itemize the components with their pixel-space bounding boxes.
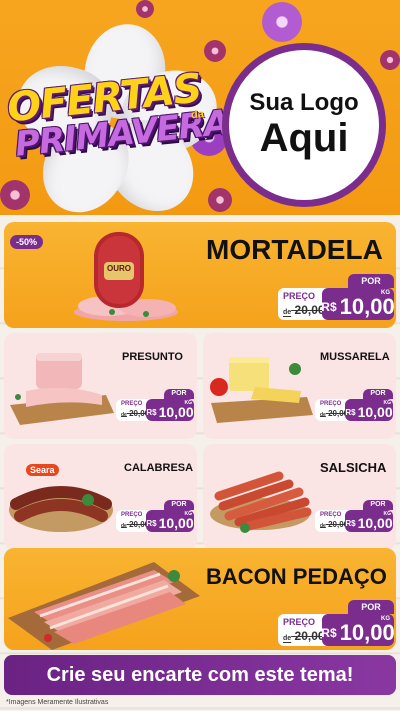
product-name: MUSSARELA <box>320 351 390 363</box>
flower-decoration <box>380 50 400 70</box>
product-card-mussarela[interactable]: MUSSARELA POR PREÇO de 20,00 R$ 10,00 KG <box>203 333 396 439</box>
old-price: de 20,00 <box>320 409 348 418</box>
create-flyer-button[interactable]: Crie seu encarte com este tema! <box>4 655 396 695</box>
old-price: de 20,00 <box>121 520 149 529</box>
de-label: de <box>320 412 326 418</box>
current-price: R$ 10,00 KG <box>146 510 194 532</box>
por-label: POR <box>363 500 393 510</box>
currency: R$ <box>321 300 337 314</box>
product-name: BACON PEDAÇO <box>206 564 387 589</box>
unit-label: KG <box>184 511 193 517</box>
presunto-image <box>10 353 114 425</box>
flower-decoration <box>208 188 232 212</box>
currency: R$ <box>345 408 356 417</box>
product-name: SALSICHA <box>320 460 387 475</box>
product-card-calabresa[interactable]: Seara CALABRESA POR PREÇO de 20,00 R$ 10… <box>4 444 197 550</box>
old-price: de 20,00 <box>283 303 325 317</box>
por-label: POR <box>348 274 394 288</box>
price-tag: POR PREÇO de 20,00 R$ 10,00 KG <box>315 500 393 532</box>
product-card-presunto[interactable]: PRESUNTO POR PREÇO de 20,00 R$ 10,00 KG <box>4 333 197 439</box>
unit-label: KG <box>184 400 193 406</box>
por-label: POR <box>164 389 194 399</box>
price-tag: POR PREÇO de 20,00 R$ 10,00 KG <box>278 600 395 646</box>
current-price: R$ 10,00 KG <box>345 399 393 421</box>
preco-label: PREÇO <box>320 401 342 407</box>
de-label: de <box>121 523 127 529</box>
price-value: 10,00 <box>357 404 393 420</box>
flower-decoration <box>262 2 302 42</box>
de-label: de <box>283 635 292 642</box>
de-label: de <box>121 412 127 418</box>
mortadela-image <box>74 232 178 321</box>
price-value: 10,00 <box>339 294 395 319</box>
de-label: de <box>283 309 292 316</box>
header-banner: OFERTAS PRIMAVERA da Sua Logo Aqui <box>0 0 400 215</box>
currency: R$ <box>321 626 337 640</box>
disclaimer-text: *Imagens Meramente Ilustrativas <box>6 699 109 706</box>
salsicha-image <box>210 471 312 533</box>
logo-line1: Sua Logo <box>249 88 359 116</box>
old-price: de 20,00 <box>121 409 149 418</box>
unit-label: KG <box>383 511 392 517</box>
price-value: 10,00 <box>339 620 395 645</box>
price-value: 10,00 <box>357 515 393 531</box>
logo-placeholder[interactable]: Sua Logo Aqui <box>222 43 386 207</box>
currency: R$ <box>146 519 157 528</box>
price-value: 10,00 <box>158 404 194 420</box>
current-price: R$ 10,00 KG <box>321 288 395 320</box>
ofertas-primavera-title: OFERTAS PRIMAVERA da <box>5 65 231 188</box>
flower-decoration <box>136 0 154 18</box>
por-label: POR <box>348 600 394 614</box>
por-label: POR <box>363 389 393 399</box>
brand-label: OURO <box>107 264 131 273</box>
unit-label: KG <box>383 400 392 406</box>
price-value: 10,00 <box>158 515 194 531</box>
preco-label: PREÇO <box>121 512 143 518</box>
preco-label: PREÇO <box>320 512 342 518</box>
product-card-bacon[interactable]: BACON PEDAÇO POR PREÇO de 20,00 R$ 10,00… <box>4 548 396 650</box>
preco-label: PREÇO <box>283 617 316 627</box>
mussarela-image <box>210 357 313 423</box>
old-price-value: 20,00 <box>294 629 325 643</box>
currency: R$ <box>146 408 157 417</box>
old-price-value: 20,00 <box>294 303 325 317</box>
por-label: POR <box>164 500 194 510</box>
currency: R$ <box>345 519 356 528</box>
price-tag: POR PREÇO de 20,00 R$ 10,00 KG <box>116 389 194 421</box>
bacon-image <box>8 562 200 650</box>
current-price: R$ 10,00 KG <box>321 614 395 646</box>
product-name: MORTADELA <box>206 234 383 265</box>
unit-label: KG <box>381 616 390 622</box>
logo-line2: Aqui <box>259 116 349 161</box>
product-name: PRESUNTO <box>122 351 183 363</box>
product-name: CALABRESA <box>124 462 194 474</box>
brand-label: Seara <box>26 464 59 476</box>
featured-product-card[interactable]: OURO -50% MORTADELA POR PREÇO de 20,00 R… <box>4 222 396 328</box>
old-price: de 20,00 <box>283 629 325 643</box>
current-price: R$ 10,00 KG <box>146 399 194 421</box>
discount-badge: -50% <box>10 235 44 249</box>
current-price: R$ 10,00 KG <box>345 510 393 532</box>
old-price: de 20,00 <box>320 520 348 529</box>
price-tag: POR PREÇO de 20,00 R$ 10,00 KG <box>116 500 194 532</box>
preco-label: PREÇO <box>121 401 143 407</box>
preco-label: PREÇO <box>283 291 316 301</box>
unit-label: KG <box>381 290 390 296</box>
price-tag: POR PREÇO de 20,00 R$ 10,00 KG <box>315 389 393 421</box>
product-card-salsicha[interactable]: SALSICHA POR PREÇO de 20,00 R$ 10,00 KG <box>203 444 396 550</box>
title-da: da <box>190 108 205 122</box>
calabresa-image <box>9 486 113 532</box>
price-tag: POR PREÇO de 20,00 R$ 10,00 KG <box>278 274 395 320</box>
de-label: de <box>320 523 326 529</box>
